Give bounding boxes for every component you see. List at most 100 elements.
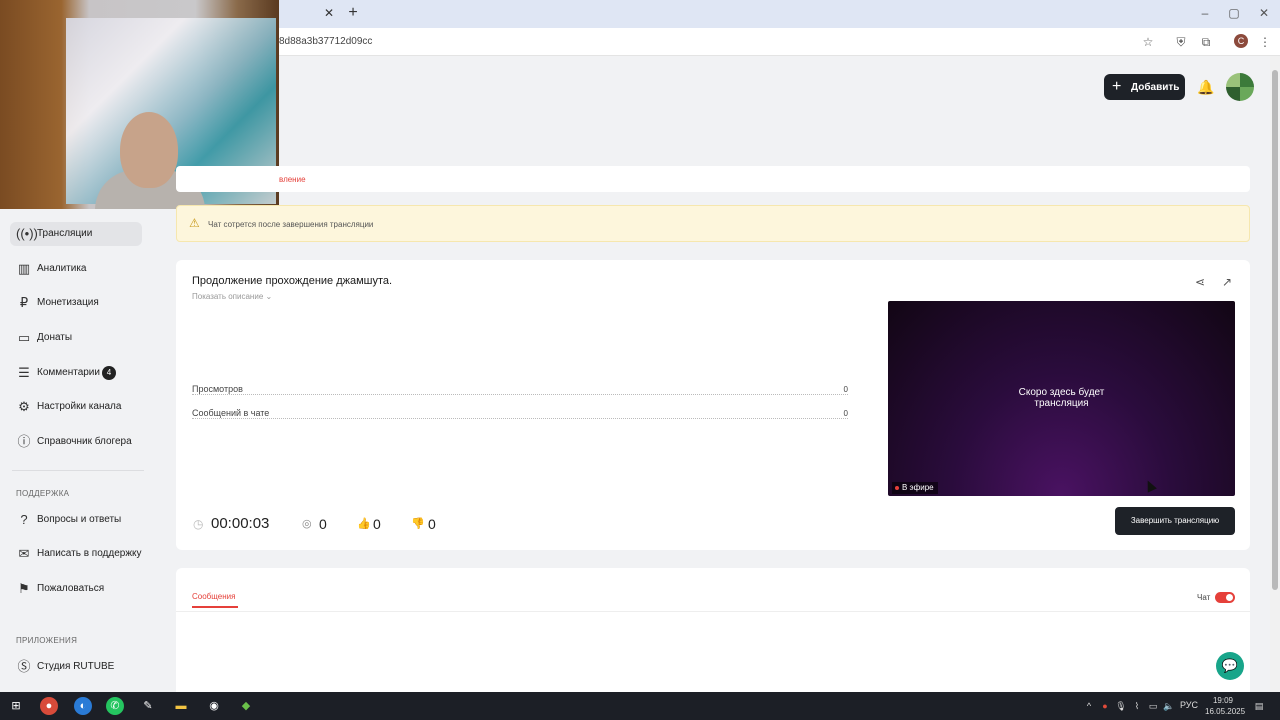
game-taskbar-icon[interactable]: ◆ bbox=[237, 697, 255, 715]
sidebar-item-rutube-studio[interactable]: Ⓢ Студия RUTUBE bbox=[10, 655, 142, 679]
stat-value: 0 bbox=[841, 385, 848, 394]
battery-icon[interactable]: ▭ bbox=[1146, 699, 1160, 713]
player-message-line1: Скоро здесь будет bbox=[1018, 387, 1105, 398]
flag-icon: ⚑ bbox=[18, 581, 30, 596]
clock-date: 16.05.2025 bbox=[1205, 707, 1246, 716]
stat-views: Просмотров 0 bbox=[192, 384, 848, 398]
sidebar-item-handbook[interactable]: ⓘ Справочник блогера bbox=[10, 430, 142, 454]
studio-app-icon: Ⓢ bbox=[17, 659, 31, 674]
sidebar-item-monetization[interactable]: ₽ Монетизация bbox=[10, 291, 142, 315]
app-taskbar-icon[interactable]: ✎ bbox=[139, 697, 157, 715]
user-avatar[interactable] bbox=[1226, 73, 1254, 101]
browser-menu-icon[interactable]: ⋮ bbox=[1257, 34, 1273, 50]
broadcast-icon: ((•)) bbox=[16, 226, 38, 241]
stream-title: Продолжение прохождение джамшута. bbox=[192, 275, 393, 287]
shield-extension-icon[interactable]: ⛨ bbox=[1173, 34, 1189, 50]
tray-chevron-icon[interactable]: ^ bbox=[1082, 699, 1096, 713]
windows-start-icon[interactable]: ⊞ bbox=[7, 697, 25, 715]
sidebar-item-donations[interactable]: ▭ Донаты bbox=[10, 326, 142, 350]
sidebar-item-label: Студия RUTUBE bbox=[37, 661, 115, 672]
warning-icon: ⚠ bbox=[189, 216, 200, 230]
minimize-icon[interactable]: – bbox=[1197, 4, 1213, 22]
folder-taskbar-icon[interactable]: ▬ bbox=[172, 697, 190, 715]
like-icon: 👍 bbox=[357, 518, 371, 530]
taskbar-clock[interactable]: 19:09 16.05.2025 bbox=[1205, 695, 1246, 717]
comments-icon: ☰ bbox=[18, 365, 30, 380]
player-message-line2: трансляция bbox=[1034, 398, 1089, 409]
stream-tabs: вление bbox=[176, 166, 1250, 192]
keyboard-language[interactable]: РУС bbox=[1180, 700, 1198, 710]
browser-profile-icon[interactable]: C bbox=[1234, 34, 1248, 48]
add-button-label: Добавить bbox=[1131, 82, 1180, 93]
stat-chat-messages: Сообщений в чате 0 bbox=[192, 408, 848, 422]
viewers-count: 0 bbox=[319, 516, 327, 532]
tab-messages[interactable]: Сообщения bbox=[192, 592, 235, 601]
add-button[interactable]: + Добавить bbox=[1104, 74, 1185, 100]
sidebar-item-label: Донаты bbox=[37, 332, 73, 343]
stat-label: Сообщений в чате bbox=[192, 408, 272, 418]
video-player[interactable]: Скоро здесь будет трансляция В эфире bbox=[888, 301, 1235, 496]
stat-label: Просмотров bbox=[192, 384, 245, 394]
url-text[interactable]: 8d88a3b37712d09cc bbox=[279, 36, 372, 47]
obs-taskbar-icon[interactable]: ◉ bbox=[205, 697, 223, 715]
sidebar-item-faq[interactable]: ? Вопросы и ответы bbox=[10, 508, 142, 532]
microphone-icon[interactable]: 🎙 bbox=[1114, 699, 1128, 713]
sidebar-item-report[interactable]: ⚑ Пожаловаться bbox=[10, 577, 142, 601]
tray-app-icon[interactable]: ● bbox=[1098, 699, 1112, 713]
warning-text: Чат сотрется после завершения трансляции bbox=[208, 220, 374, 229]
notifications-center-icon[interactable]: ▤ bbox=[1252, 699, 1266, 713]
scrollbar-thumb[interactable] bbox=[1272, 70, 1278, 590]
bookmark-star-icon[interactable]: ☆ bbox=[1140, 34, 1156, 50]
sidebar-item-label: Аналитика bbox=[37, 263, 87, 274]
comments-count-badge: 4 bbox=[102, 366, 116, 380]
open-external-icon[interactable]: ↗ bbox=[1219, 274, 1235, 290]
maximize-icon[interactable]: ▢ bbox=[1226, 4, 1242, 22]
chat-toggle-knob bbox=[1226, 594, 1233, 601]
settings-icon: ⚙ bbox=[18, 399, 30, 414]
chat-card: Сообщения Чат bbox=[176, 568, 1250, 692]
share-icon[interactable]: ⋖ bbox=[1192, 274, 1208, 290]
sidebar-item-analytics[interactable]: ▥ Аналитика bbox=[10, 257, 142, 281]
mail-icon: ✉ bbox=[18, 546, 30, 561]
windows-taskbar: ⊞ ● ◐ ✆ ✎ ▬ ◉ ◆ ^ ● 🎙 ⌇ ▭ 🔈 РУС 19:09 16… bbox=[0, 692, 1280, 720]
handbook-icon: ⓘ bbox=[17, 434, 31, 449]
live-badge: В эфире bbox=[892, 482, 938, 494]
end-stream-button[interactable]: Завершить трансляцию bbox=[1115, 507, 1235, 535]
volume-icon[interactable]: 🔈 bbox=[1162, 699, 1176, 713]
notifications-bell-icon[interactable]: 🔔 bbox=[1197, 78, 1215, 96]
whatsapp-taskbar-icon[interactable]: ✆ bbox=[106, 697, 124, 715]
window-close-icon[interactable]: ✕ bbox=[1256, 4, 1272, 22]
browser-taskbar-icon[interactable]: ◐ bbox=[74, 697, 92, 715]
show-description-link[interactable]: Показать описание ⌄ bbox=[192, 292, 272, 301]
tab-management[interactable]: вление bbox=[279, 175, 306, 184]
stream-card: Продолжение прохождение джамшута. Показа… bbox=[176, 260, 1250, 550]
chat-divider bbox=[176, 611, 1250, 612]
chat-toggle[interactable] bbox=[1215, 592, 1235, 603]
live-dot-icon bbox=[895, 486, 899, 490]
sidebar-item-comments[interactable]: ☰ Комментарии 4 bbox=[10, 361, 142, 385]
sidebar-item-label: Пожаловаться bbox=[37, 583, 105, 594]
network-icon[interactable]: ⌇ bbox=[1130, 699, 1144, 713]
new-tab-icon[interactable]: + bbox=[345, 4, 361, 22]
chrome-taskbar-icon[interactable]: ● bbox=[40, 697, 58, 715]
sidebar-item-label: Вопросы и ответы bbox=[37, 514, 122, 525]
viewers-icon: ◎ bbox=[302, 518, 312, 530]
sidebar-item-channel-settings[interactable]: ⚙ Настройки канала bbox=[10, 395, 142, 419]
live-label: В эфире bbox=[902, 483, 934, 492]
support-chat-button[interactable]: 💬 bbox=[1216, 652, 1244, 680]
plus-icon: + bbox=[1112, 78, 1122, 95]
chat-toggle-label: Чат bbox=[1197, 593, 1211, 602]
close-tab-icon[interactable]: ✕ bbox=[322, 6, 336, 20]
likes-count: 0 bbox=[373, 516, 381, 532]
player-placeholder-message: Скоро здесь будет трансляция bbox=[888, 387, 1235, 409]
sidebar-item-broadcasts[interactable]: ((•)) Трансляции bbox=[10, 222, 142, 246]
stat-dotted-leader bbox=[192, 394, 848, 395]
sidebar-item-label: Написать в поддержку bbox=[37, 548, 142, 559]
extensions-icon[interactable]: ⧉ bbox=[1198, 34, 1214, 50]
stat-dotted-leader bbox=[192, 418, 848, 419]
sidebar-item-label: Настройки канала bbox=[37, 401, 122, 412]
page-scrollbar[interactable] bbox=[1270, 56, 1280, 692]
support-section-title: ПОДДЕРЖКА bbox=[16, 489, 70, 498]
monetization-icon: ₽ bbox=[19, 295, 29, 310]
sidebar-item-write-support[interactable]: ✉ Написать в поддержку bbox=[10, 542, 142, 566]
